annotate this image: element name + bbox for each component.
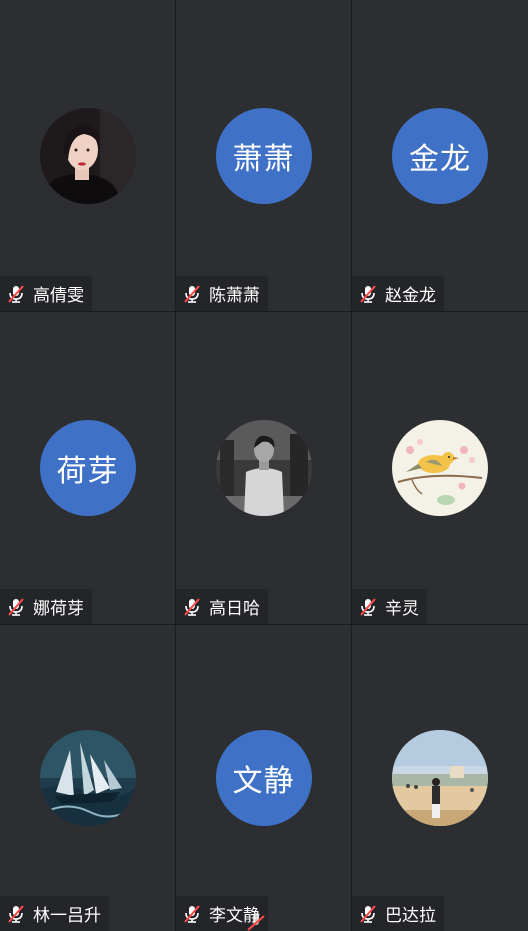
- participant-avatar: 萧萧: [215, 107, 312, 204]
- participant-avatar: [392, 420, 488, 516]
- portrait-man-bw-photo-icon: [215, 420, 312, 516]
- mic-muted-icon: [360, 597, 376, 616]
- beach-person-photo-icon: [392, 730, 488, 826]
- mic-muted-icon: [360, 904, 376, 923]
- participant-name: 高倩雯: [33, 286, 84, 306]
- avatar-initials: 文静: [232, 764, 295, 799]
- mic-muted-floating-icon[interactable]: [244, 910, 268, 931]
- avatar-initials: 金龙: [409, 141, 471, 177]
- participant-tile[interactable]: 金龙 赵金龙: [352, 0, 528, 311]
- participant-name: 高日哈: [209, 599, 260, 619]
- participant-avatar: 金龙: [392, 107, 488, 204]
- portrait-woman-photo-icon: [39, 107, 136, 204]
- mic-muted-icon: [184, 284, 200, 303]
- mic-muted-icon: [8, 284, 24, 303]
- participant-tile[interactable]: 萧萧 陈萧萧: [176, 0, 351, 311]
- participant-name: 陈萧萧: [209, 286, 260, 306]
- ship-painting-photo-icon: [39, 730, 136, 826]
- mic-muted-icon: [8, 904, 24, 923]
- participant-name: 辛灵: [385, 599, 419, 619]
- video-grid: 高倩雯 萧萧 陈萧萧 金龙 赵金龙 荷芽 娜荷芽 高日哈 辛灵 林一吕升 文静 …: [0, 0, 528, 931]
- participant-name: 巴达拉: [385, 906, 436, 926]
- participant-tile[interactable]: 荷芽 娜荷芽: [0, 312, 175, 624]
- bird-painting-photo-icon: [392, 420, 488, 516]
- participant-tile[interactable]: 林一吕升: [0, 625, 175, 931]
- participant-name-bar: 陈萧萧: [176, 276, 268, 311]
- participant-name-bar: 高倩雯: [0, 276, 92, 311]
- participant-name-bar: 辛灵: [352, 589, 427, 624]
- avatar-initials: 萧萧: [232, 141, 295, 177]
- mic-muted-icon: [360, 284, 376, 303]
- participant-name-bar: 娜荷芽: [0, 589, 92, 624]
- mic-muted-icon: [184, 597, 200, 616]
- participant-avatar: 荷芽: [39, 420, 136, 516]
- mic-muted-icon: [8, 597, 24, 616]
- participant-name: 赵金龙: [385, 286, 436, 306]
- participant-avatar: 文静: [215, 730, 312, 826]
- participant-avatar: [215, 420, 312, 516]
- participant-tile[interactable]: 巴达拉: [352, 625, 528, 931]
- participant-name-bar: 高日哈: [176, 589, 268, 624]
- participant-name: 娜荷芽: [33, 599, 84, 619]
- avatar-initials: 荷芽: [56, 454, 119, 489]
- mic-muted-icon: [184, 904, 200, 923]
- participant-name-bar: 林一吕升: [0, 896, 109, 931]
- participant-tile[interactable]: 高倩雯: [0, 0, 175, 311]
- participant-name-bar: 赵金龙: [352, 276, 444, 311]
- participant-name: 林一吕升: [33, 906, 101, 926]
- participant-avatar: [39, 107, 136, 204]
- participant-avatar: [392, 730, 488, 826]
- participant-tile[interactable]: 高日哈: [176, 312, 351, 624]
- participant-tile[interactable]: 辛灵: [352, 312, 528, 624]
- participant-avatar: [39, 730, 136, 826]
- participant-name-bar: 巴达拉: [352, 896, 444, 931]
- participant-tile[interactable]: 文静 李文静: [176, 625, 351, 931]
